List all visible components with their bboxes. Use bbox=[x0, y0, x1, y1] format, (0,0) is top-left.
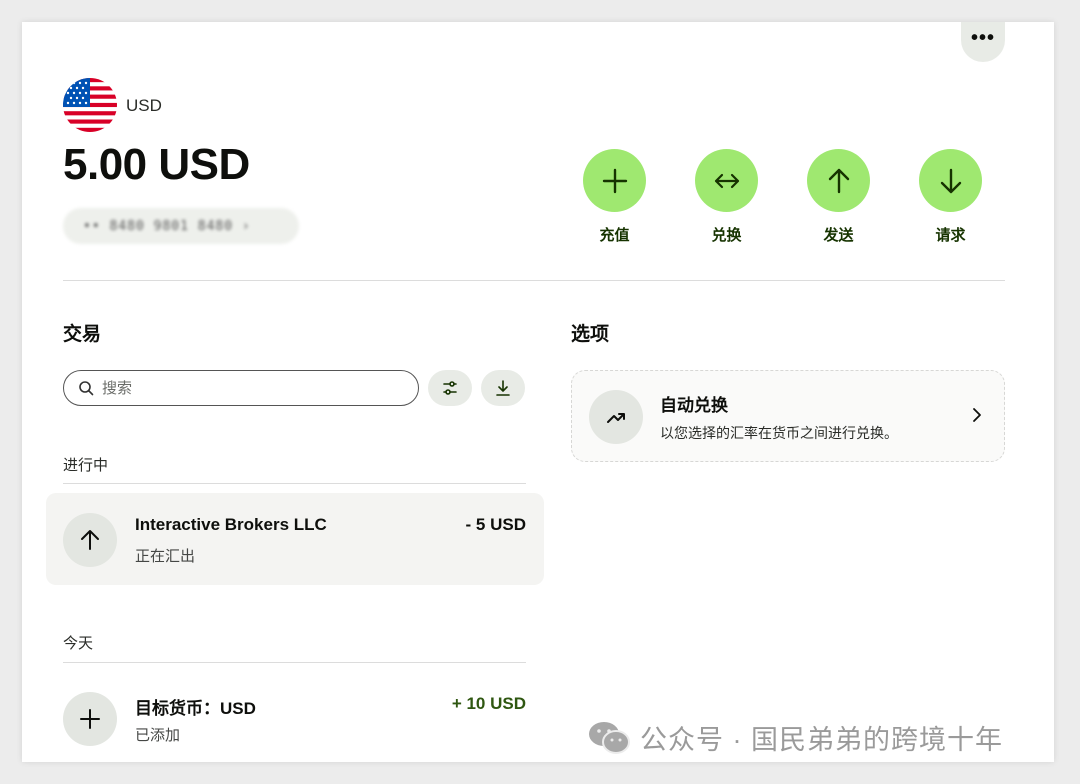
option-description: 以您选择的汇率在货币之间进行兑换。 bbox=[660, 425, 898, 441]
transaction-status: 已添加 bbox=[135, 727, 181, 744]
watermark-text: 公众号 · 国民弟弟的跨境十年 bbox=[640, 725, 1003, 755]
transaction-title: Interactive Brokers LLC bbox=[135, 515, 327, 534]
transaction-amount: + 10 USD bbox=[451, 694, 526, 713]
arrow-down-icon bbox=[919, 149, 982, 212]
search-field[interactable] bbox=[63, 370, 419, 406]
account-number: •• 8480 9801 8480 › bbox=[83, 218, 251, 234]
action-label: 兑换 bbox=[711, 227, 742, 244]
transaction-status: 正在汇出 bbox=[135, 548, 196, 565]
filter-sliders-icon bbox=[443, 381, 457, 395]
group-label-today: 今天 bbox=[63, 635, 94, 652]
section-divider bbox=[63, 280, 1005, 281]
request-button[interactable]: 请求 bbox=[919, 149, 982, 245]
transactions-title: 交易 bbox=[63, 324, 102, 345]
search-icon bbox=[79, 381, 94, 396]
option-title: 自动兑换 bbox=[660, 396, 728, 415]
download-button[interactable] bbox=[481, 370, 525, 406]
account-details-button[interactable]: •• 8480 9801 8480 › bbox=[63, 208, 299, 244]
filter-button[interactable] bbox=[428, 370, 472, 406]
transaction-amount: - 5 USD bbox=[465, 515, 526, 534]
action-label: 请求 bbox=[935, 227, 966, 244]
arrow-up-icon bbox=[63, 513, 117, 567]
chevron-right-icon bbox=[973, 408, 981, 422]
group-label-in-progress: 进行中 bbox=[63, 457, 109, 474]
search-input[interactable] bbox=[102, 379, 382, 397]
trend-up-icon bbox=[589, 390, 643, 444]
convert-button[interactable]: 兑换 bbox=[695, 149, 758, 245]
send-button[interactable]: 发送 bbox=[807, 149, 870, 245]
watermark: 公众号 · 国民弟弟的跨境十年 bbox=[588, 718, 1003, 757]
transaction-row[interactable]: Interactive Brokers LLC 正在汇出 - 5 USD bbox=[46, 493, 544, 585]
download-icon bbox=[496, 380, 510, 396]
wechat-icon bbox=[589, 721, 630, 754]
balance-amount: 5.00 USD bbox=[63, 140, 250, 189]
exchange-arrows-icon bbox=[695, 149, 758, 212]
currency-code: USD bbox=[126, 96, 162, 115]
plus-icon bbox=[63, 692, 117, 746]
auto-convert-option[interactable]: 自动兑换 以您选择的汇率在货币之间进行兑换。 bbox=[571, 370, 1005, 462]
action-label: 充值 bbox=[599, 227, 630, 244]
more-options-button[interactable]: ••• bbox=[961, 22, 1005, 62]
group-divider bbox=[63, 662, 526, 663]
plus-icon bbox=[583, 149, 646, 212]
options-title: 选项 bbox=[571, 324, 610, 345]
more-dots-icon: ••• bbox=[970, 27, 995, 49]
account-card: ••• USD 5.00 USD •• 8480 9801 8480 › 充值 … bbox=[22, 22, 1054, 762]
action-bar: 充值 兑换 发送 请求 bbox=[583, 149, 982, 245]
action-label: 发送 bbox=[823, 227, 854, 244]
transaction-row[interactable]: 目标货币：USD 已添加 + 10 USD bbox=[46, 672, 544, 762]
us-flag-icon bbox=[63, 78, 117, 132]
top-up-button[interactable]: 充值 bbox=[583, 149, 646, 245]
transaction-title: 目标货币：USD bbox=[135, 699, 256, 718]
arrow-up-icon bbox=[807, 149, 870, 212]
group-divider bbox=[63, 483, 526, 484]
